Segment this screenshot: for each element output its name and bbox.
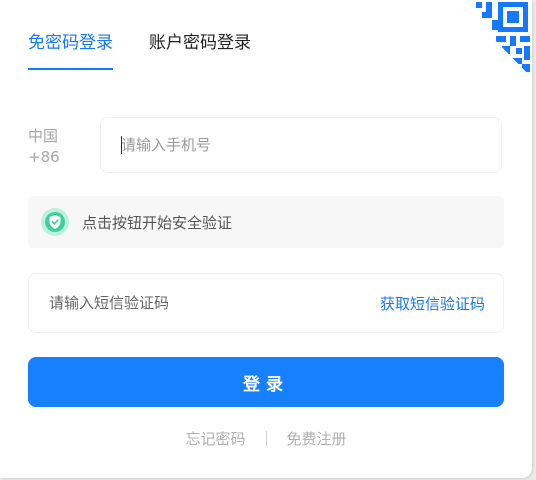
verify-label: 点击按钮开始安全验证 <box>82 213 233 232</box>
sms-code-input[interactable] <box>49 274 349 332</box>
country-dial-code: +86 <box>28 148 60 166</box>
qr-code-icon[interactable] <box>456 0 532 78</box>
tab-password-login[interactable]: 账户密码登录 <box>149 30 251 70</box>
register-link[interactable]: 免费注册 <box>287 428 347 449</box>
phone-field-box <box>100 117 502 173</box>
sms-field-box: 获取短信验证码 <box>28 273 504 333</box>
get-sms-code-link[interactable]: 获取短信验证码 <box>380 293 485 314</box>
login-card: 免密码登录 账户密码登录 中国 +86 点击按钮开始安全验证 获取短信验证码 登… <box>0 0 532 478</box>
login-tabs: 免密码登录 账户密码登录 <box>28 30 251 70</box>
shield-check-icon <box>40 207 70 237</box>
country-name: 中国 <box>28 127 59 145</box>
footer-links: 忘记密码 免费注册 <box>0 428 532 449</box>
security-verify-button[interactable]: 点击按钮开始安全验证 <box>28 196 504 248</box>
login-button[interactable]: 登录 <box>28 357 504 407</box>
text-caret <box>121 136 122 154</box>
phone-input[interactable] <box>121 118 481 172</box>
forgot-password-link[interactable]: 忘记密码 <box>185 428 245 449</box>
tab-sms-login[interactable]: 免密码登录 <box>28 30 113 70</box>
country-code-selector[interactable]: 中国 +86 <box>28 126 88 168</box>
footer-divider <box>265 431 267 446</box>
